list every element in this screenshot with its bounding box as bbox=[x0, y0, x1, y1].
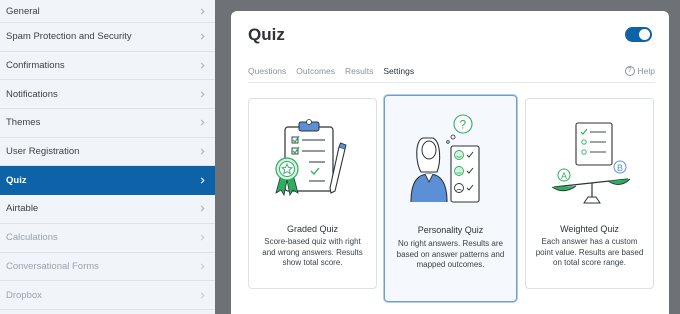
chevron-right-icon bbox=[197, 32, 207, 42]
chevron-right-icon bbox=[197, 118, 207, 128]
card-title: Weighted Quiz bbox=[560, 224, 619, 234]
main-area: Quiz Questions Outcomes Results Settings… bbox=[215, 0, 680, 314]
sidebar-item-confirmations[interactable]: Confirmations bbox=[0, 52, 215, 81]
card-description: No right answers. Results are based on a… bbox=[396, 239, 505, 269]
question-circle-icon: ? bbox=[624, 66, 635, 76]
sidebar-item-label: Calculations bbox=[6, 232, 58, 244]
sidebar-item-dropbox[interactable]: Dropbox bbox=[0, 281, 215, 310]
sidebar-item-general[interactable]: General bbox=[0, 0, 215, 23]
chevron-right-icon bbox=[197, 61, 207, 71]
sidebar-item-label: Airtable bbox=[6, 203, 39, 215]
chevron-right-icon bbox=[197, 204, 207, 214]
card-title: Graded Quiz bbox=[286, 224, 339, 234]
sidebar-item-spam-protection[interactable]: Spam Protection and Security bbox=[0, 23, 215, 52]
chevron-right-icon bbox=[197, 89, 207, 99]
divider bbox=[248, 82, 655, 83]
tab-results[interactable]: Results bbox=[345, 66, 373, 82]
quiz-type-card-weighted[interactable]: A B Weighted Quiz Each answer has a cust… bbox=[525, 98, 654, 289]
clipboard-award-icon bbox=[274, 119, 347, 197]
balance-scale-icon: A B bbox=[551, 122, 630, 204]
sidebar-item-label: General bbox=[6, 5, 40, 17]
chevron-right-icon bbox=[197, 147, 207, 157]
quiz-tabs: Questions Outcomes Results Settings bbox=[248, 66, 424, 83]
sidebar-item-notifications[interactable]: Notifications bbox=[0, 80, 215, 110]
chevron-right-icon bbox=[197, 261, 207, 271]
sidebar-item-calculations[interactable]: Calculations bbox=[0, 224, 215, 253]
sidebar-item-label: Themes bbox=[6, 117, 41, 129]
sidebar-item-quiz[interactable]: Quiz bbox=[0, 166, 215, 196]
sidebar-item-label: Notifications bbox=[6, 88, 58, 100]
chevron-right-icon bbox=[197, 175, 207, 185]
card-description: Each answer has a custom point value. Re… bbox=[535, 237, 644, 267]
quiz-type-card-graded[interactable]: Graded Quiz Score-based quiz with right … bbox=[248, 98, 377, 289]
chevron-right-icon bbox=[197, 233, 207, 243]
svg-text:B: B bbox=[617, 163, 623, 173]
sidebar-item-label: Quiz bbox=[6, 174, 27, 186]
sidebar-item-airtable[interactable]: Airtable bbox=[0, 195, 215, 224]
person-mood-icon: ? bbox=[409, 114, 480, 203]
chevron-right-icon bbox=[197, 6, 207, 16]
sidebar-item-themes[interactable]: Themes bbox=[0, 109, 215, 138]
sidebar-item-label: Confirmations bbox=[6, 60, 65, 72]
card-title: Personality Quiz bbox=[417, 225, 484, 235]
chevron-right-icon bbox=[197, 290, 207, 300]
settings-sidebar: General Spam Protection and Security Con… bbox=[0, 0, 215, 314]
svg-text:?: ? bbox=[459, 118, 466, 132]
sidebar-item-label: User Registration bbox=[6, 146, 80, 158]
quiz-settings-panel: Quiz Questions Outcomes Results Settings… bbox=[231, 11, 669, 314]
card-description: Score-based quiz with right and wrong an… bbox=[262, 237, 363, 267]
sidebar-item-user-registration[interactable]: User Registration bbox=[0, 138, 215, 167]
sidebar-item-label: Spam Protection and Security bbox=[6, 31, 132, 43]
page-title: Quiz bbox=[248, 25, 285, 44]
svg-text:A: A bbox=[561, 171, 567, 181]
help-label: Help bbox=[637, 66, 655, 76]
help-link[interactable]: ? Help bbox=[624, 66, 655, 76]
sidebar-item-conversational-forms[interactable]: Conversational Forms bbox=[0, 253, 215, 282]
tab-settings[interactable]: Settings bbox=[383, 66, 414, 83]
quiz-type-card-personality[interactable]: ? Personality Quiz No right answers. Res… bbox=[384, 95, 517, 302]
toggle-knob bbox=[639, 29, 650, 40]
quiz-enable-toggle[interactable] bbox=[625, 27, 652, 42]
sidebar-item-label: Dropbox bbox=[6, 289, 42, 301]
sidebar-item-label: Conversational Forms bbox=[6, 260, 99, 272]
tab-questions[interactable]: Questions bbox=[248, 66, 286, 82]
tab-outcomes[interactable]: Outcomes bbox=[296, 66, 335, 82]
